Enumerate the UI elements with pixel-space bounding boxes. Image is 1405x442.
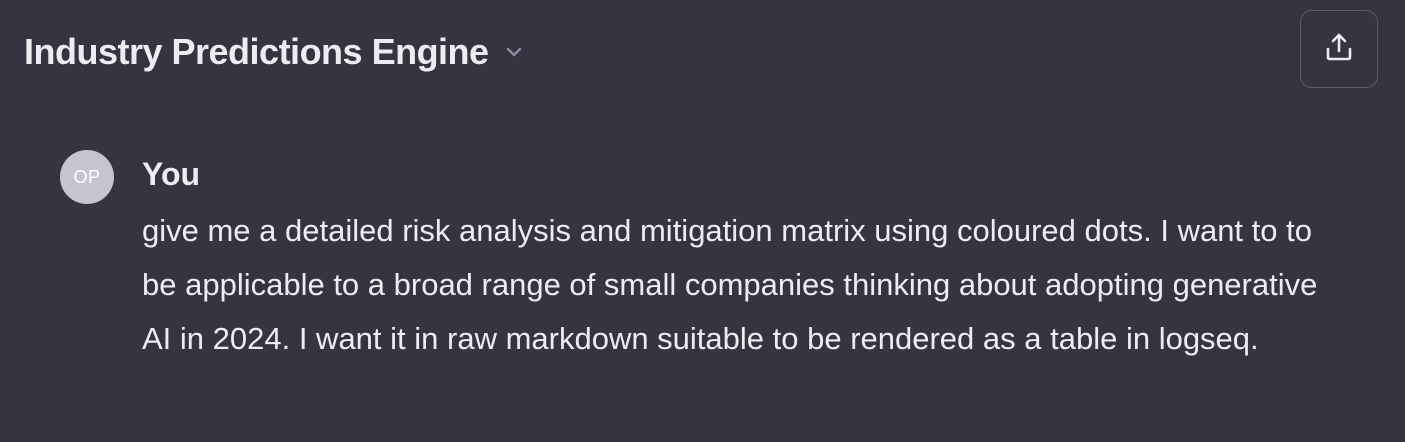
avatar: OP [60,150,114,204]
conversation-title-dropdown[interactable]: Industry Predictions Engine [24,28,525,76]
share-button[interactable] [1300,10,1378,88]
share-upload-icon [1322,30,1356,69]
chevron-down-icon [503,41,525,63]
conversation-title: Industry Predictions Engine [24,31,489,72]
message-text: give me a detailed risk analysis and mit… [142,213,1318,356]
message-author: You [142,156,201,192]
conversation-header: Industry Predictions Engine [0,0,1405,100]
